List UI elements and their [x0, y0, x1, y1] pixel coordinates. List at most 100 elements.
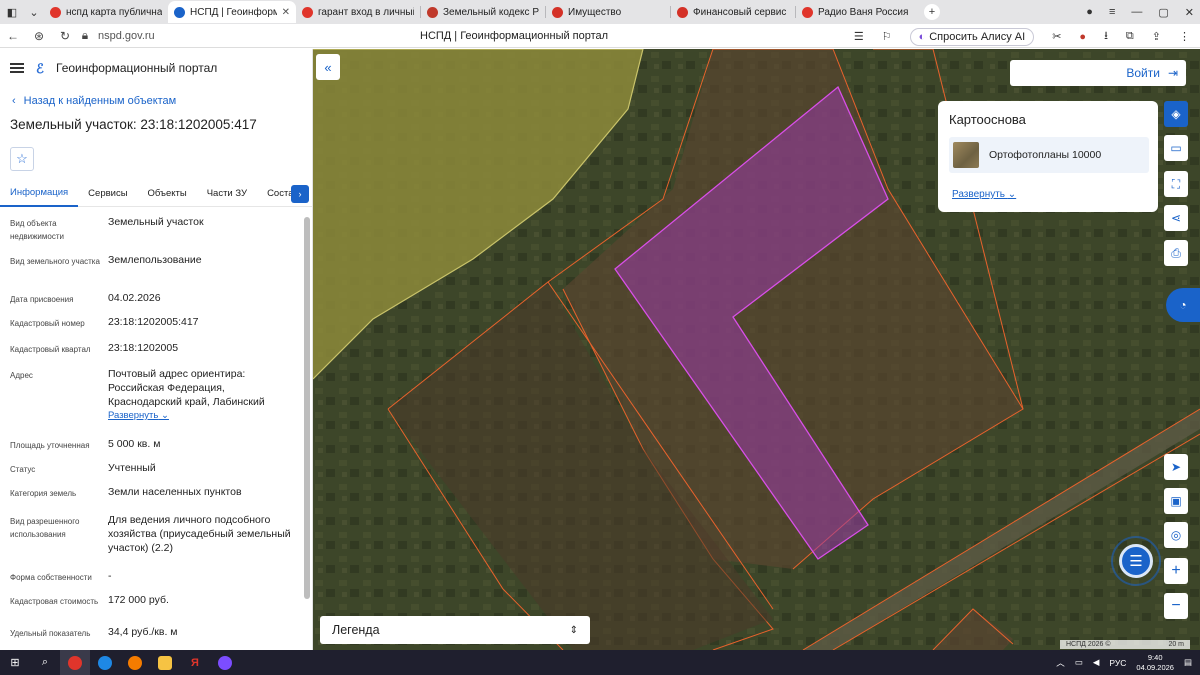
back-to-results-link[interactable]: ‹ Назад к найденным объектам	[12, 95, 312, 107]
start-icon[interactable]: ⊞	[0, 650, 30, 675]
new-tab-icon[interactable]: +	[924, 4, 940, 20]
os-taskbar: ⊞ ⌕ Я ︿ ▭ ◀︎ РУС 9:40 04.09.2026 ▤	[0, 650, 1200, 675]
alisa-button[interactable]: ◐ Спросить Алису AI	[909, 27, 1035, 46]
favorite-star-icon[interactable]: ☆	[10, 147, 34, 171]
print-icon[interactable]: ⎙	[1164, 240, 1188, 266]
attribution: НСПД 2026 ©	[1066, 641, 1111, 648]
extension-icon[interactable]: ●	[1079, 31, 1086, 43]
geolocation-icon[interactable]: ◎	[1164, 522, 1188, 548]
minimize-icon[interactable]: —	[1131, 6, 1142, 18]
browser-tab[interactable]: Земельный кодекс Росси	[421, 1, 545, 23]
minimap-icon[interactable]: ▣	[1164, 488, 1188, 514]
close-tab-icon[interactable]: ✕	[282, 7, 290, 18]
panel-scrollbar[interactable]	[304, 217, 310, 599]
network-icon[interactable]: ▭	[1075, 657, 1083, 668]
messenger-icon[interactable]	[210, 650, 240, 675]
basemap-thumbnail	[953, 142, 979, 168]
back-arrow-icon[interactable]: ←	[0, 29, 26, 43]
chevron-down-icon: ⌄	[1007, 189, 1017, 200]
tab-parts[interactable]: Части ЗУ	[197, 181, 257, 207]
locate-icon[interactable]: ➤	[1164, 454, 1188, 480]
search-icon[interactable]: ⌕	[30, 650, 60, 675]
firefox-icon[interactable]	[120, 650, 150, 675]
login-button[interactable]: Войти ⇥	[1010, 60, 1186, 86]
url-field[interactable]: nspd.gov.ru	[98, 30, 155, 42]
menu-burger-icon[interactable]	[10, 63, 24, 73]
maximize-icon[interactable]: ▢	[1158, 6, 1168, 19]
tab-objects[interactable]: Объекты	[138, 181, 197, 207]
attribute-key: Кадастровый квартал	[10, 345, 91, 354]
tab-favicon-icon	[50, 6, 61, 18]
browser-tab[interactable]: НСПД | Геоинформацио ✕	[168, 1, 296, 23]
attribute-key: Статус	[10, 465, 36, 474]
tab-title: нспд карта публичная ка	[66, 6, 162, 18]
folder-icon[interactable]	[150, 650, 180, 675]
collapse-panel-button[interactable]: «	[316, 54, 340, 80]
tools-icon[interactable]: ✂	[1052, 30, 1061, 43]
alisa-label: Спросить Алису AI	[929, 30, 1026, 43]
address-expand-link[interactable]: Развернуть ⌄	[108, 409, 300, 423]
reload-icon[interactable]: ↻	[52, 29, 78, 43]
language-indicator[interactable]: РУС	[1109, 658, 1126, 668]
alisa-icon: ◐	[918, 30, 926, 43]
attribute-value-text: -	[108, 570, 112, 582]
close-window-icon[interactable]: ✕	[1185, 6, 1194, 19]
attribute-key: Дата присвоения	[10, 295, 74, 304]
download-icon[interactable]: ⭳	[1104, 27, 1108, 46]
attribute-value-text: 23:18:1202005	[108, 342, 179, 354]
page-title-center: НСПД | Геоинформационный портал	[420, 30, 609, 42]
layers-icon[interactable]: ◈	[1164, 101, 1188, 127]
ruler-icon[interactable]: ▭	[1164, 135, 1188, 161]
yandex-icon[interactable]: Я	[180, 650, 210, 675]
tab-favicon-icon	[552, 6, 563, 18]
yandex-browser-icon[interactable]	[60, 650, 90, 675]
menu-icon[interactable]: ≡	[1109, 6, 1115, 18]
more-icon[interactable]: ⋮	[1179, 30, 1190, 43]
notifications-icon[interactable]: ▤	[1184, 657, 1192, 668]
reader-icon[interactable]: ☰	[854, 30, 864, 43]
bookmark-icon[interactable]: ⚐	[882, 30, 892, 43]
zoom-in-icon[interactable]: +	[1164, 558, 1188, 584]
browser-tab[interactable]: нспд карта публичная ка	[44, 1, 168, 23]
browser-sidebar-icon[interactable]: ◧	[2, 2, 22, 22]
tab-title: Земельный кодекс Росси	[443, 6, 539, 18]
profile-icon[interactable]: ●	[1086, 6, 1093, 18]
chat-icon[interactable]: ☰	[1119, 544, 1153, 578]
zoom-out-icon[interactable]: −	[1164, 593, 1188, 619]
tab-info[interactable]: Информация	[0, 181, 79, 207]
share-map-icon[interactable]: ⋖	[1164, 205, 1188, 231]
clock[interactable]: 9:40 04.09.2026	[1136, 653, 1174, 673]
attribute-value: Для ведения личного подсобного хозяйства…	[108, 513, 300, 555]
tray-chevron-icon[interactable]: ︿	[1056, 657, 1065, 669]
browser-tab[interactable]: Финансовый сервис	[671, 1, 795, 23]
info-tabs: Информация Сервисы Объекты Части ЗУ Сост…	[0, 181, 312, 207]
tabs-scroll-right-icon[interactable]: ›	[291, 185, 309, 203]
volume-icon[interactable]: ◀︎	[1093, 657, 1100, 668]
attribute-key: Кадастровая стоимость	[10, 597, 99, 606]
attribute-value: 04.02.2026	[108, 291, 300, 305]
lock-icon: 🔒︎	[81, 28, 89, 42]
edge-icon[interactable]	[90, 650, 120, 675]
select-area-icon[interactable]: ⛶	[1164, 171, 1188, 197]
browser-tab[interactable]: Имущество	[546, 1, 670, 23]
address-bar-actions: ☰ ⚐ ◐ Спросить Алису AI ✂ ● ⭳ ⧉ ⇪ ⋮	[854, 27, 1190, 46]
tabs-dropdown-icon[interactable]: ⌄	[24, 2, 44, 22]
browser-tab[interactable]: Радио Ваня Россия	[796, 1, 920, 23]
browser-tab[interactable]: гарант вход в личный ка	[296, 1, 420, 23]
attribute-value: 23:18:1202005:417	[108, 315, 300, 329]
scale-label: 20 m	[1168, 641, 1184, 648]
attribute-value-text: Земли населенных пунктов	[108, 486, 242, 498]
tab-title: Финансовый сервис	[693, 6, 787, 18]
tab-services[interactable]: Сервисы	[78, 181, 137, 207]
protect-icon[interactable]: ⊛	[26, 29, 52, 43]
panel-header: ℰ Геоинформационный портал	[0, 49, 312, 87]
share-icon[interactable]: ⇪	[1152, 30, 1161, 43]
chevron-left-icon: ‹	[12, 95, 16, 107]
attribute-value: 5 000 кв. м	[108, 437, 300, 451]
assistant-icon[interactable]: ◔	[1166, 288, 1200, 322]
tab-favicon-icon	[302, 6, 313, 18]
basemap-option[interactable]: Ортофотопланы 10000	[949, 137, 1149, 173]
puzzle-icon[interactable]: ⧉	[1126, 30, 1134, 43]
basemap-expand-link[interactable]: Развернуть ⌄	[952, 189, 1016, 200]
legend-dropdown[interactable]: Легенда ⇕	[320, 616, 590, 644]
